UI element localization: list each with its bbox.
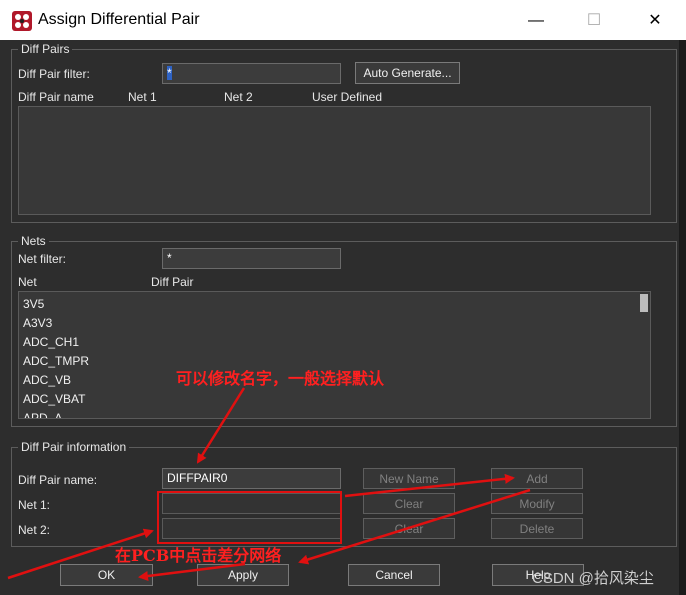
column-diff-pair-name: Diff Pair name	[18, 90, 94, 104]
column-net2: Net 2	[224, 90, 253, 104]
net2-label: Net 2:	[18, 523, 51, 537]
app-logo-icon	[12, 11, 32, 31]
auto-generate-button[interactable]: Auto Generate...	[355, 62, 460, 84]
modify-button[interactable]: Modify	[491, 493, 583, 514]
title-bar: Assign Differential Pair — ☐ ✕	[0, 0, 686, 40]
maximize-button[interactable]: ☐	[579, 10, 609, 32]
add-button[interactable]: Add	[491, 468, 583, 489]
rename-annotation: 可以修改名字，一般选择默认	[176, 369, 385, 388]
net-list-item[interactable]: ADC_CH1	[19, 333, 650, 352]
clear-net2-button[interactable]: Clear	[363, 518, 455, 539]
diff-pair-info-legend: Diff Pair information	[18, 440, 130, 454]
apply-button[interactable]: Apply	[197, 564, 289, 586]
close-button[interactable]: ✕	[640, 10, 670, 32]
net-list-item[interactable]: APD_A	[19, 409, 650, 418]
net-list[interactable]: 3V5 A3V3 ADC_CH1 ADC_TMPR ADC_VB ADC_VBA…	[18, 291, 651, 419]
net-list-item[interactable]: ADC_VBAT	[19, 390, 650, 409]
net-list-item[interactable]: 3V5	[19, 295, 650, 314]
diff-pairs-legend: Diff Pairs	[18, 42, 73, 56]
click-nets-annotation: 在PCB中点击差分网络	[115, 546, 282, 565]
column-diff-pair: Diff Pair	[151, 275, 194, 289]
ok-button[interactable]: OK	[60, 564, 153, 586]
diff-pair-filter-input[interactable]: *	[162, 63, 341, 84]
diff-pair-name-label: Diff Pair name:	[18, 473, 98, 487]
column-net1: Net 1	[128, 90, 157, 104]
new-name-button[interactable]: New Name	[363, 468, 455, 489]
diff-pair-list[interactable]	[18, 106, 651, 215]
window-title: Assign Differential Pair	[38, 11, 200, 28]
cancel-button[interactable]: Cancel	[348, 564, 440, 586]
net-fields-highlight-box	[157, 491, 342, 544]
net-filter-label: Net filter:	[18, 252, 67, 266]
diff-pair-filter-value: *	[167, 66, 172, 80]
net-list-scrollbar[interactable]	[640, 294, 648, 312]
net-list-item[interactable]: A3V3	[19, 314, 650, 333]
diff-pair-filter-label: Diff Pair filter:	[18, 67, 90, 81]
background-window-strip	[679, 40, 686, 595]
diff-pair-name-input[interactable]: DIFFPAIR0	[162, 468, 341, 489]
watermark: CSDN @拾风染尘	[532, 570, 654, 587]
nets-legend: Nets	[18, 234, 49, 248]
column-net: Net	[18, 275, 37, 289]
minimize-button[interactable]: —	[521, 10, 551, 32]
clear-net1-button[interactable]: Clear	[363, 493, 455, 514]
net1-label: Net 1:	[18, 498, 51, 512]
delete-button[interactable]: Delete	[491, 518, 583, 539]
net-filter-input[interactable]: *	[162, 248, 341, 269]
column-user-defined: User Defined	[312, 90, 383, 104]
